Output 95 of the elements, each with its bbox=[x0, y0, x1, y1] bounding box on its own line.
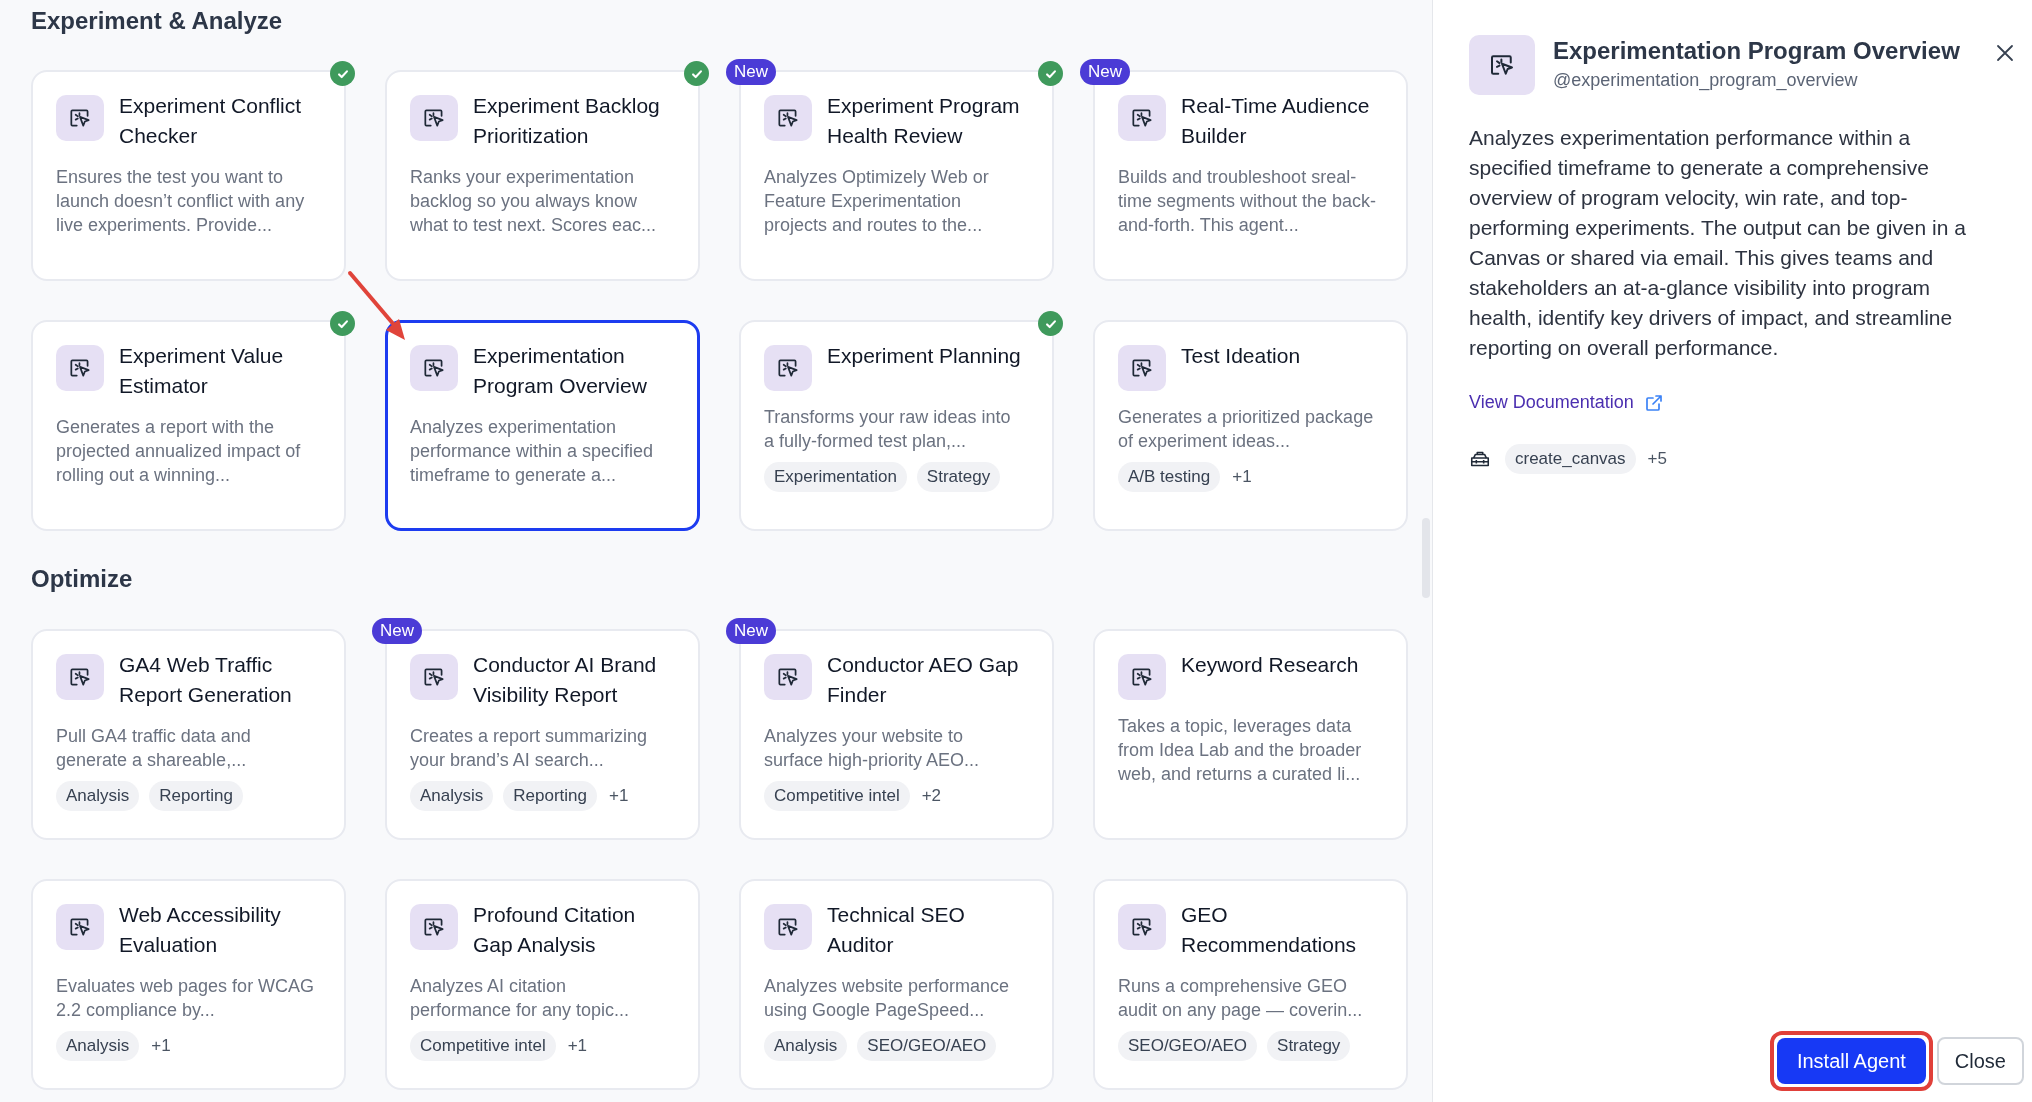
tool-tag: create_canvas bbox=[1505, 444, 1636, 474]
new-badge: New bbox=[726, 618, 776, 644]
agent-card[interactable]: Keyword Research Takes a topic, leverages data from Idea Lab and the broader web, and returns a curated li... bbox=[1093, 629, 1408, 840]
external-link-icon bbox=[1643, 392, 1664, 413]
card-description: Creates a report summarizing your brand’s AI search... bbox=[410, 725, 649, 772]
more-count: +1 bbox=[609, 785, 629, 808]
tag: A/B testing bbox=[1118, 462, 1221, 492]
card-description: Analyzes AI citation performance for any topic... bbox=[410, 975, 631, 1022]
card-description: Runs a comprehensive GEO audit on any page — coverin... bbox=[1118, 975, 1364, 1022]
agent-card[interactable]: GEO Recommendations Runs a comprehensive GEO audit on any page — coverin... SEO/GEO/AEO Strategy bbox=[1093, 879, 1408, 1090]
agent-icon bbox=[1118, 345, 1166, 391]
agent-icon bbox=[764, 95, 812, 141]
card-title: Experiment Program Health Review bbox=[827, 93, 1021, 149]
section-heading: Experiment & Analyze bbox=[31, 6, 284, 36]
section-heading: Optimize bbox=[31, 564, 134, 594]
agent-card[interactable]: Experiment Value Estimator Generates a report with the projected annualized impact of rolling out a winning... bbox=[31, 320, 346, 531]
tag: Reporting bbox=[503, 781, 598, 811]
card-description: Builds and troubleshoot sreal-time segments without the back-and-forth. This agent... bbox=[1118, 166, 1378, 237]
more-count: +1 bbox=[1232, 466, 1252, 489]
card-description: Generates a report with the projected annualized impact of rolling out a winning... bbox=[56, 416, 302, 487]
tag: SEO/GEO/AEO bbox=[1118, 1031, 1258, 1061]
tag: Reporting bbox=[149, 781, 244, 811]
agent-icon bbox=[56, 345, 104, 391]
card-title: Experiment Backlog Prioritization bbox=[473, 93, 661, 149]
agent-icon bbox=[410, 904, 458, 950]
agent-card[interactable]: Experiment Backlog Prioritization Ranks your experimentation backlog so you always know what to test next. Scores eac... bbox=[385, 70, 700, 281]
agent-icon bbox=[1118, 904, 1166, 950]
card-description: Ensures the test you want to launch doesn’t conflict with any live experiments. Provide... bbox=[56, 166, 306, 237]
agent-card[interactable]: Technical SEO Auditor Analyzes website performance using Google PageSpeed... Analysis SEO/GEO/AEO bbox=[739, 879, 1054, 1090]
tag: Experimentation bbox=[764, 462, 907, 492]
card-title: Real-Time Audience Builder bbox=[1181, 93, 1371, 149]
card-description: Generates a prioritized package of experiment ideas... bbox=[1118, 406, 1375, 453]
agent-icon bbox=[56, 904, 104, 950]
install-button[interactable]: Install Agent bbox=[1776, 1038, 1926, 1084]
card-title: Conductor AEO Gap Finder bbox=[827, 652, 1020, 708]
card-description: Analyzes website performance using Google PageSpeed... bbox=[764, 975, 1011, 1022]
card-description: Ranks your experimentation backlog so you always know what to test next. Scores eac... bbox=[410, 166, 658, 237]
more-count: +1 bbox=[151, 1035, 171, 1058]
card-description: Transforms your raw ideas into a fully-formed test plan,... bbox=[764, 406, 1012, 453]
agent-card[interactable]: Test Ideation Generates a prioritized package of experiment ideas... A/B testing +1 bbox=[1093, 320, 1408, 531]
card-title: Conductor AI Brand Visibility Report bbox=[473, 652, 658, 708]
card-title: Technical SEO Auditor bbox=[827, 902, 966, 958]
card-title: Experiment Planning bbox=[827, 343, 1021, 369]
panel-title: Experimentation Program Overview bbox=[1553, 36, 1960, 66]
agent-icon bbox=[1118, 654, 1166, 700]
agent-icon bbox=[56, 654, 104, 700]
agent-icon bbox=[764, 904, 812, 950]
agent-icon bbox=[1469, 35, 1535, 95]
card-description: Analyzes your website to surface high-priority AEO... bbox=[764, 725, 981, 772]
agent-icon bbox=[1118, 95, 1166, 141]
tag: Competitive intel bbox=[764, 781, 910, 811]
agent-card[interactable]: Web Accessibility Evaluation Evaluates web pages for WCAG 2.2 compliance by... Analysis +1 bbox=[31, 879, 346, 1090]
agent-card[interactable]: Experimentation Program Overview Analyzes experimentation performance within a specified timeframe to generate a... bbox=[385, 320, 700, 531]
card-title: Experiment Conflict Checker bbox=[119, 93, 303, 149]
card-title: Profound Citation Gap Analysis bbox=[473, 902, 637, 958]
new-badge: New bbox=[1080, 59, 1130, 85]
card-title: Web Accessibility Evaluation bbox=[119, 902, 282, 958]
agent-icon bbox=[410, 95, 458, 141]
agent-card[interactable]: Experiment Planning Transforms your raw ideas into a fully-formed test plan,... Experimentation Strategy bbox=[739, 320, 1054, 531]
tag: Analysis bbox=[56, 781, 140, 811]
new-badge: New bbox=[726, 59, 776, 85]
more-count: +2 bbox=[921, 785, 942, 808]
tag: Analysis bbox=[56, 1031, 140, 1061]
card-title: Experiment Value Estimator bbox=[119, 343, 285, 399]
tag: Analysis bbox=[764, 1031, 848, 1061]
card-title: GA4 Web Traffic Report Generation bbox=[119, 652, 293, 708]
card-description: Evaluates web pages for WCAG 2.2 compliance by... bbox=[56, 975, 316, 1022]
agent-handle: @experimentation_program_overview bbox=[1553, 69, 1859, 93]
tag: Analysis bbox=[410, 781, 494, 811]
tag: Strategy bbox=[1267, 1031, 1351, 1061]
agent-card[interactable]: Profound Citation Gap Analysis Analyzes AI citation performance for any topic... Competitive intel +1 bbox=[385, 879, 700, 1090]
card-title: GEO Recommendations bbox=[1181, 902, 1358, 958]
card-title: Test Ideation bbox=[1181, 343, 1301, 369]
agent-icon bbox=[410, 654, 458, 700]
agent-icon bbox=[764, 345, 812, 391]
close-button[interactable]: Close bbox=[1936, 1037, 2024, 1085]
agent-card[interactable]: Experiment Conflict Checker Ensures the test you want to launch doesn’t conflict with any live experiments. Provide... bbox=[31, 70, 346, 281]
tag: SEO/GEO/AEO bbox=[857, 1031, 997, 1061]
documentation-link[interactable]: View Documentation bbox=[1469, 389, 1664, 416]
card-description: Takes a topic, leverages data from Idea Lab and the broader web, and returns a curated li... bbox=[1118, 715, 1363, 786]
card-description: Pull GA4 traffic data and generate a shareable,... bbox=[56, 725, 252, 772]
more-count: +1 bbox=[567, 1035, 588, 1058]
agent-card[interactable]: GA4 Web Traffic Report Generation Pull GA4 traffic data and generate a shareable,... Analysis Reporting bbox=[31, 629, 346, 840]
card-description: Analyzes Optimizely Web or Feature Experimentation projects and routes to the... bbox=[764, 166, 990, 237]
agent-icon bbox=[56, 95, 104, 141]
agent-description: Analyzes experimentation performance within a specified timeframe to generate a comprehensive overview of program velocity, win rate, and top-performing experiments. The output can be given in a Canvas or shared via email. This gives teams and stakeholders an at-a-glance visibility into program health, identify key drivers of impact, and streamline reporting on overall performance. bbox=[1469, 125, 1967, 361]
card-title: Keyword Research bbox=[1181, 652, 1359, 678]
card-title: Experimentation Program Overview bbox=[473, 343, 648, 399]
agent-icon bbox=[410, 345, 458, 391]
tag: Competitive intel bbox=[410, 1031, 556, 1061]
tag: Strategy bbox=[916, 462, 1001, 492]
agent-icon bbox=[764, 654, 812, 700]
more-count: +5 bbox=[1647, 448, 1667, 471]
new-badge: New bbox=[372, 618, 422, 644]
card-description: Analyzes experimentation performance within a specified timeframe to generate a... bbox=[410, 416, 655, 487]
